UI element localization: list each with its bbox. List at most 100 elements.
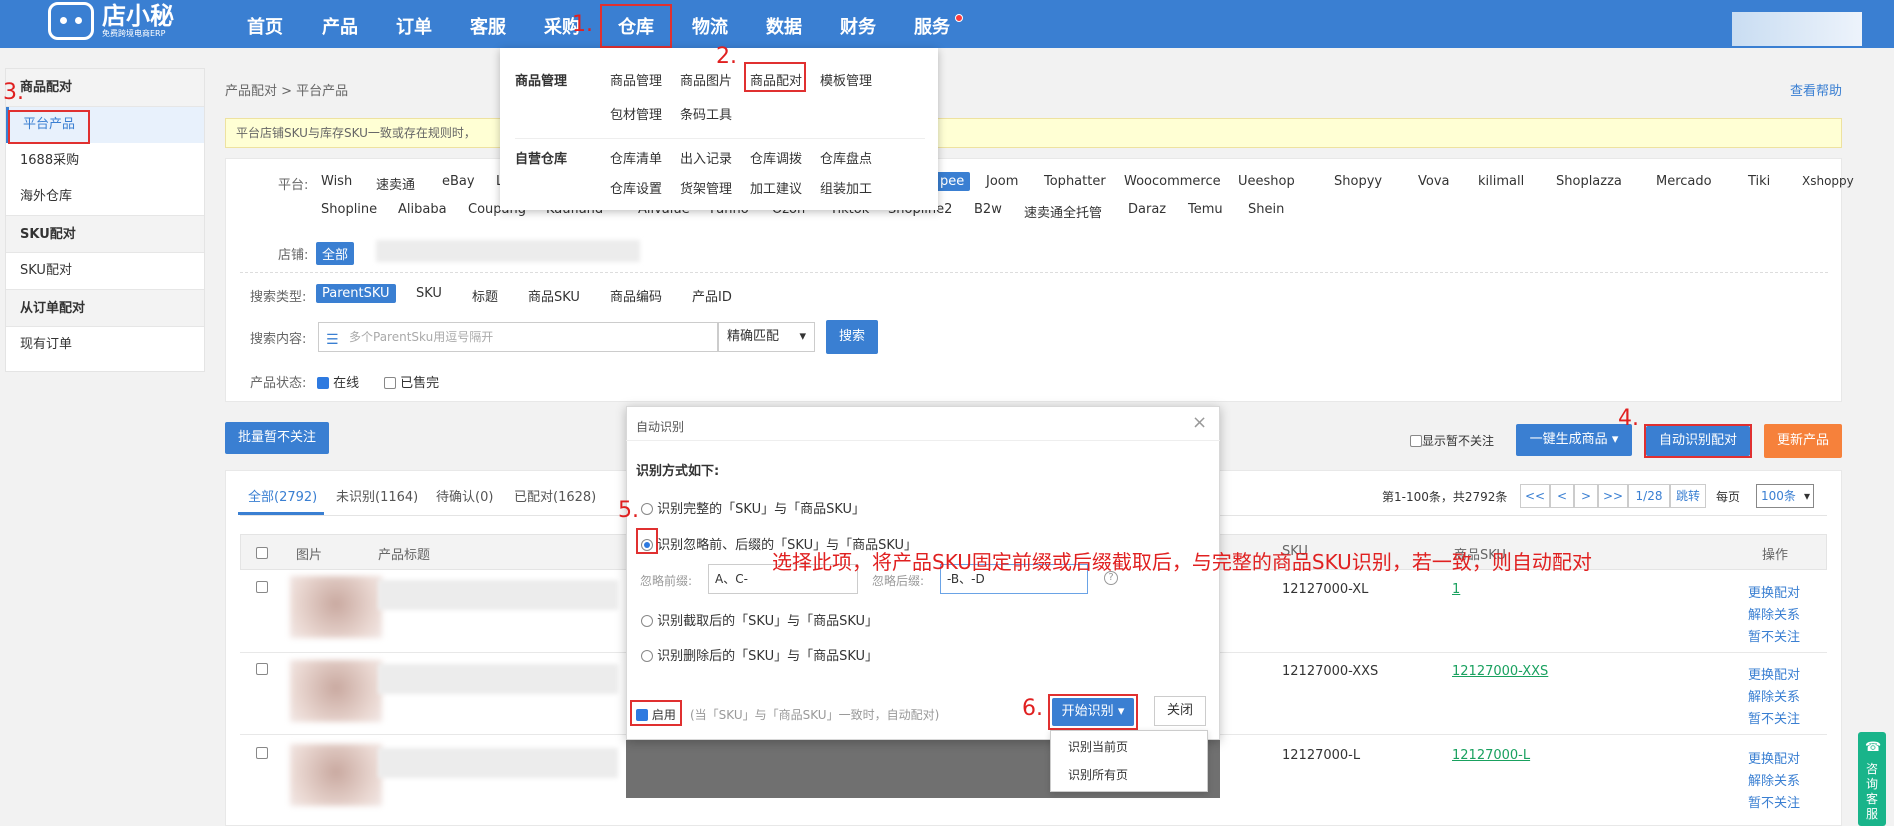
platform-shoplazza[interactable]: Shoplazza: [1556, 174, 1622, 189]
platform-mercado[interactable]: Mercado: [1656, 174, 1712, 189]
nav-customer-service[interactable]: 客服: [470, 0, 506, 48]
platform-vova[interactable]: Vova: [1418, 174, 1450, 189]
store-all-tag[interactable]: 全部: [316, 242, 355, 265]
menu-warehouse-inventory[interactable]: 仓库盘点: [820, 148, 872, 167]
checkbox-row-1[interactable]: [256, 581, 268, 593]
menu-template-management[interactable]: 模板管理: [820, 70, 872, 89]
user-account-area[interactable]: [1732, 12, 1862, 46]
menu-packaging[interactable]: 包材管理: [610, 104, 662, 123]
platform-b2w[interactable]: B2w: [974, 202, 1002, 217]
platform-xshoppy[interactable]: Xshoppy: [1802, 174, 1854, 188]
row-checkbox[interactable]: [256, 662, 268, 677]
pager-prev[interactable]: <: [1550, 484, 1574, 508]
menu-goods-management[interactable]: 商品管理: [610, 70, 662, 89]
platform-tiki[interactable]: Tiki: [1748, 174, 1770, 189]
row-2-ignore[interactable]: 暂不关注: [1748, 708, 1800, 727]
menu-warehouse-settings[interactable]: 仓库设置: [610, 178, 662, 197]
search-button[interactable]: 搜索: [826, 320, 878, 354]
platform-aliexpress[interactable]: 速卖通: [376, 174, 415, 193]
nav-logistics[interactable]: 物流: [692, 0, 728, 48]
pager-last[interactable]: >>: [1598, 484, 1628, 508]
menu-in-out-records[interactable]: 出入记录: [680, 148, 732, 167]
nav-data[interactable]: 数据: [766, 0, 802, 48]
start-recognize-button[interactable]: 开始识别 ▾: [1052, 698, 1134, 726]
enable-option[interactable]: 启用: [636, 706, 676, 723]
search-type-goods-sku[interactable]: 商品SKU: [528, 286, 580, 305]
platform-ebay[interactable]: eBay: [442, 174, 475, 189]
row-2-unlink[interactable]: 解除关系: [1748, 686, 1800, 705]
platform-kilimall[interactable]: kilimall: [1478, 174, 1524, 189]
sidebar-item-1688[interactable]: 1688采购: [6, 143, 204, 179]
platform-aliexpress-managed[interactable]: 速卖通全托管: [1024, 202, 1102, 221]
row-2-goods-sku-link[interactable]: 12127000-XXS: [1452, 664, 1548, 679]
update-products-button[interactable]: 更新产品: [1764, 424, 1842, 458]
platform-shein[interactable]: Shein: [1248, 202, 1284, 217]
generate-goods-button[interactable]: 一键生成商品 ▾: [1516, 424, 1632, 456]
tab-pending[interactable]: 待确认(0): [436, 486, 493, 505]
row-2-change-match[interactable]: 更换配对: [1748, 664, 1800, 683]
platform-ueeshop[interactable]: Ueeshop: [1238, 174, 1295, 189]
dialog-close-icon[interactable]: ×: [1192, 412, 1207, 433]
row-3-ignore[interactable]: 暂不关注: [1748, 792, 1800, 811]
checkbox-row-2[interactable]: [256, 663, 268, 675]
row-1-unlink[interactable]: 解除关系: [1748, 604, 1800, 623]
menu-warehouse-transfer[interactable]: 仓库调拨: [750, 148, 802, 167]
menu-recognize-all-pages[interactable]: 识别所有页: [1068, 766, 1128, 783]
sidebar-item-overseas-warehouse[interactable]: 海外仓库: [6, 179, 204, 215]
platform-wish[interactable]: Wish: [321, 174, 352, 189]
checkbox-enable[interactable]: [636, 709, 648, 721]
menu-assembly-processing[interactable]: 组装加工: [820, 178, 872, 197]
search-type-product-id[interactable]: 产品ID: [692, 286, 732, 305]
platform-shopline[interactable]: Shopline: [321, 202, 377, 217]
checkbox-select-all[interactable]: [256, 547, 268, 559]
search-type-title[interactable]: 标题: [472, 286, 498, 305]
pager-jump[interactable]: 跳转: [1670, 484, 1706, 508]
tab-unrecognized[interactable]: 未识别(1164): [336, 486, 418, 505]
option-deleted-sku[interactable]: 识别删除后的「SKU」与「商品SKU」: [641, 645, 878, 664]
show-ignored-option[interactable]: 显示暂不关注: [1410, 432, 1494, 449]
row-3-change-match[interactable]: 更换配对: [1748, 748, 1800, 767]
search-type-goods-code[interactable]: 商品编码: [610, 286, 662, 305]
radio-truncated-sku[interactable]: [641, 615, 653, 627]
row-3-goods-sku-link[interactable]: 12127000-L: [1452, 748, 1530, 763]
platform-daraz[interactable]: Daraz: [1128, 202, 1166, 217]
match-mode-select[interactable]: 精确匹配 ▾: [718, 322, 815, 352]
menu-processing-suggestion[interactable]: 加工建议: [750, 178, 802, 197]
dialog-close-button[interactable]: 关闭: [1154, 696, 1206, 726]
platform-shopyy[interactable]: Shopyy: [1334, 174, 1382, 189]
platform-joom[interactable]: Joom: [986, 174, 1018, 189]
consult-service-button[interactable]: ☎ 咨询客服: [1858, 732, 1886, 826]
app-logo[interactable]: 店小秘 免费跨境电商ERP: [48, 2, 174, 40]
radio-full-sku[interactable]: [641, 503, 653, 515]
tab-matched[interactable]: 已配对(1628): [514, 486, 596, 505]
option-full-sku[interactable]: 识别完整的「SKU」与「商品SKU」: [641, 498, 865, 517]
search-type-parentsku[interactable]: ParentSKU: [316, 284, 396, 303]
platform-temu[interactable]: Temu: [1188, 202, 1223, 217]
sidebar-item-existing-orders[interactable]: 现有订单: [6, 327, 204, 363]
menu-goods-images[interactable]: 商品图片: [680, 70, 732, 89]
select-all-checkbox-wrap[interactable]: [256, 546, 268, 561]
status-soldout-option[interactable]: 已售完: [384, 372, 439, 391]
option-truncated-sku[interactable]: 识别截取后的「SKU」与「商品SKU」: [641, 610, 878, 629]
platform-woocommerce[interactable]: Woocommerce: [1124, 174, 1221, 189]
checkbox-row-3[interactable]: [256, 747, 268, 759]
batch-ignore-button[interactable]: 批量暂不关注: [225, 422, 329, 454]
nav-home[interactable]: 首页: [247, 0, 283, 48]
nav-orders[interactable]: 订单: [396, 0, 432, 48]
platform-alibaba[interactable]: Alibaba: [398, 202, 447, 217]
status-online-option[interactable]: 在线: [317, 372, 359, 391]
search-input[interactable]: 多个ParentSku用逗号隔开: [318, 322, 718, 352]
menu-warehouse-list[interactable]: 仓库清单: [610, 148, 662, 167]
nav-finance[interactable]: 财务: [840, 0, 876, 48]
checkbox-soldout[interactable]: [384, 377, 396, 389]
nav-warehouse[interactable]: 仓库: [618, 0, 654, 48]
menu-shelf-management[interactable]: 货架管理: [680, 178, 732, 197]
tab-all[interactable]: 全部(2792): [248, 486, 317, 505]
nav-products[interactable]: 产品: [322, 0, 358, 48]
help-link[interactable]: 查看帮助: [1790, 80, 1842, 99]
platform-shopee-active[interactable]: pee: [934, 172, 971, 191]
search-type-sku[interactable]: SKU: [416, 286, 442, 301]
row-1-goods-sku-link[interactable]: 1: [1452, 582, 1460, 597]
checkbox-show-ignored[interactable]: [1410, 435, 1422, 447]
radio-deleted-sku[interactable]: [641, 650, 653, 662]
